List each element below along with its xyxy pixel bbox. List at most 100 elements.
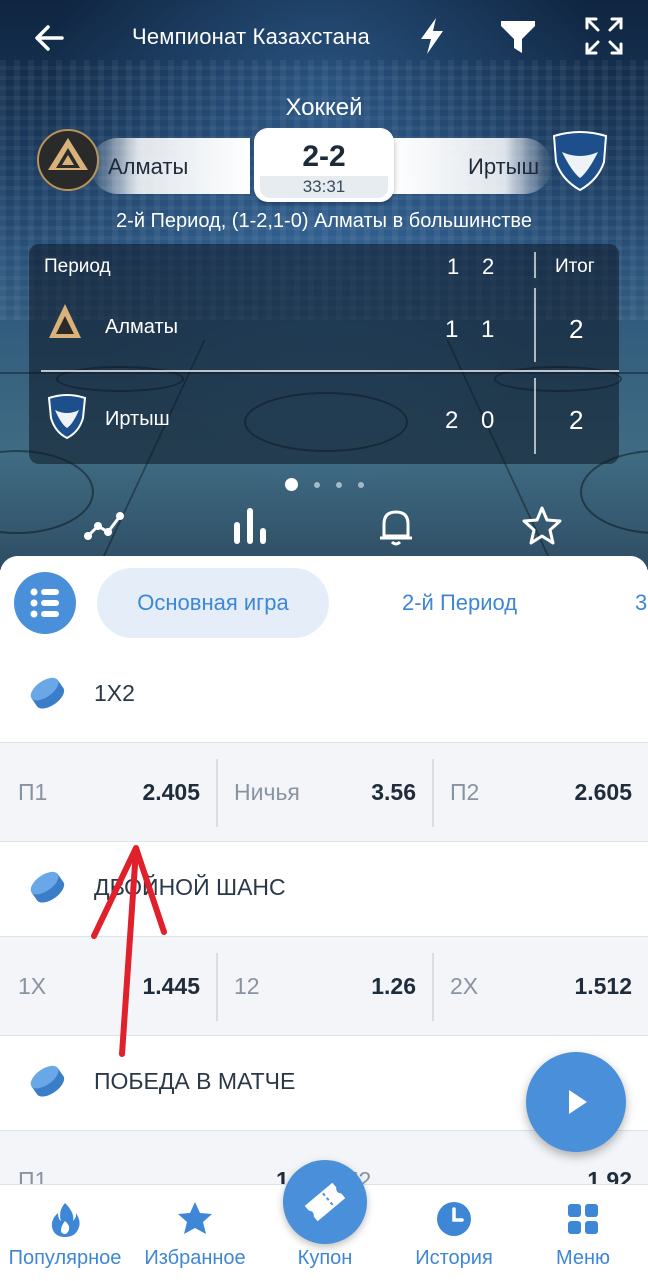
nav-menu[interactable]: Меню — [518, 1185, 648, 1281]
coupon-button[interactable] — [283, 1160, 367, 1244]
odds-row: П1 2.405 Ничья 3.56 П2 2.605 — [0, 743, 648, 842]
tab-period-3[interactable]: 3 — [635, 568, 647, 638]
score: 2-2 — [302, 140, 346, 173]
bell-icon — [380, 510, 412, 546]
nav-history[interactable]: История — [390, 1185, 518, 1281]
market-header-1x2[interactable]: 1Х2 — [0, 648, 648, 743]
market-title: 1Х2 — [94, 680, 135, 706]
irtysh-logo-icon — [552, 131, 608, 192]
row-total: 2 — [569, 314, 584, 344]
odd-2x[interactable]: 2Х 1.512 — [432, 937, 648, 1035]
row-team-name: Иртыш — [105, 408, 170, 430]
fire-icon — [51, 1203, 80, 1237]
odd-value: 3.56 — [371, 779, 416, 805]
pager-dots[interactable] — [0, 476, 648, 494]
filter-icon — [501, 21, 535, 53]
nav-favorites[interactable]: Избранное — [130, 1185, 260, 1281]
pager-dot[interactable] — [335, 481, 342, 488]
odd-label: Ничья — [234, 779, 300, 805]
notifications-tab[interactable] — [374, 504, 418, 548]
filter-button[interactable] — [496, 14, 540, 58]
list-icon — [30, 588, 59, 618]
nav-label: Популярное — [8, 1247, 122, 1269]
lightning-icon — [421, 18, 443, 54]
period-info: 2-й Период, (1-2,1-0) Алматы в большинст… — [116, 210, 532, 232]
stats-tab[interactable] — [228, 504, 272, 548]
market-title: ПОБЕДА В МАТЧЕ — [94, 1068, 296, 1094]
play-button[interactable] — [526, 1052, 626, 1152]
pager-dot[interactable] — [357, 481, 364, 488]
odd-label: П2 — [450, 779, 480, 805]
nav-label: Купон — [297, 1247, 353, 1269]
odd-value: 1.26 — [371, 973, 416, 999]
market-header-double-chance[interactable]: ДВОЙНОЙ ШАНС — [0, 842, 648, 937]
arrow-left-icon — [35, 25, 64, 51]
hockey-puck-icon — [30, 677, 65, 709]
match-time: 33:31 — [260, 176, 388, 198]
row-team-name: Алматы — [105, 316, 178, 338]
back-button[interactable] — [28, 16, 72, 60]
top-bar: Чемпионат Казахстана — [0, 0, 648, 76]
odd-12[interactable]: 12 1.26 — [216, 937, 432, 1035]
row-total: 2 — [569, 405, 584, 435]
score-box: 2-2 33:31 — [254, 128, 394, 202]
fullscreen-button[interactable] — [582, 14, 626, 58]
odd-label: 12 — [234, 973, 260, 999]
period-2-header: 2 — [482, 254, 495, 279]
divider — [534, 378, 536, 454]
pager-dot[interactable] — [313, 481, 320, 488]
divider — [534, 252, 536, 278]
graph-tab[interactable] — [82, 504, 126, 548]
nav-label: Меню — [555, 1247, 611, 1269]
total-header: Итог — [555, 256, 595, 277]
period-1-header: 1 — [447, 254, 460, 279]
row-period-1: 2 — [445, 407, 459, 434]
expand-icon — [585, 17, 623, 55]
hockey-puck-icon — [30, 1065, 65, 1097]
row-period-2: 0 — [481, 407, 495, 434]
star-icon — [522, 506, 562, 545]
bar-chart-icon — [234, 508, 266, 544]
nav-label: Избранное — [144, 1247, 246, 1269]
odd-home[interactable]: П1 2.405 — [0, 743, 216, 841]
live-button[interactable] — [410, 14, 454, 58]
odd-draw[interactable]: Ничья 3.56 — [216, 743, 432, 841]
odd-value: 2.405 — [142, 779, 200, 805]
grid-icon — [568, 1204, 598, 1234]
tab-main-game[interactable]: Основная игра — [97, 568, 329, 638]
irtysh-logo-icon — [47, 394, 87, 440]
period-score-table: Период 1 2 Итог Алматы 1 1 2 Иртыш 2 0 2 — [29, 244, 619, 464]
graph-icon — [84, 512, 124, 540]
clock-icon — [437, 1202, 471, 1236]
markets-list-button[interactable] — [14, 572, 76, 634]
nav-popular[interactable]: Популярное — [0, 1185, 130, 1281]
sport-name: Хоккей — [285, 94, 363, 121]
odd-value: 2.605 — [574, 779, 632, 805]
almaty-logo-icon — [49, 304, 81, 338]
hockey-puck-icon — [30, 871, 65, 903]
nav-label: История — [415, 1247, 493, 1269]
odd-1x[interactable]: 1Х 1.445 — [0, 937, 216, 1035]
star-icon — [178, 1202, 212, 1234]
row-period-1: 1 — [445, 316, 459, 343]
match-header: Чемпионат Казахстана Хоккей Алматы 2-2 3… — [0, 0, 648, 570]
championship-title: Чемпионат Казахстана — [132, 24, 370, 49]
odd-away[interactable]: П2 2.605 — [432, 743, 648, 841]
pager-dot[interactable] — [284, 478, 298, 492]
divider — [534, 288, 536, 362]
odd-value: 1.445 — [142, 973, 200, 999]
favorite-tab[interactable] — [520, 504, 564, 548]
row-period-2: 1 — [481, 316, 495, 343]
away-team-name: Иртыш — [468, 154, 540, 179]
odd-label: 2Х — [450, 973, 479, 999]
odd-label: П1 — [18, 779, 48, 805]
row-divider — [41, 370, 619, 372]
market-tabs: Основная игра 2-й Период 3 — [0, 556, 648, 649]
home-team-name: Алматы — [108, 154, 189, 179]
odd-label: 1Х — [18, 973, 47, 999]
ticket-icon — [304, 1182, 346, 1222]
market-title: ДВОЙНОЙ ШАНС — [94, 874, 286, 900]
period-header: Период — [44, 256, 111, 277]
odd-value: 1.512 — [574, 973, 632, 999]
tab-period-2[interactable]: 2-й Период — [402, 568, 517, 638]
